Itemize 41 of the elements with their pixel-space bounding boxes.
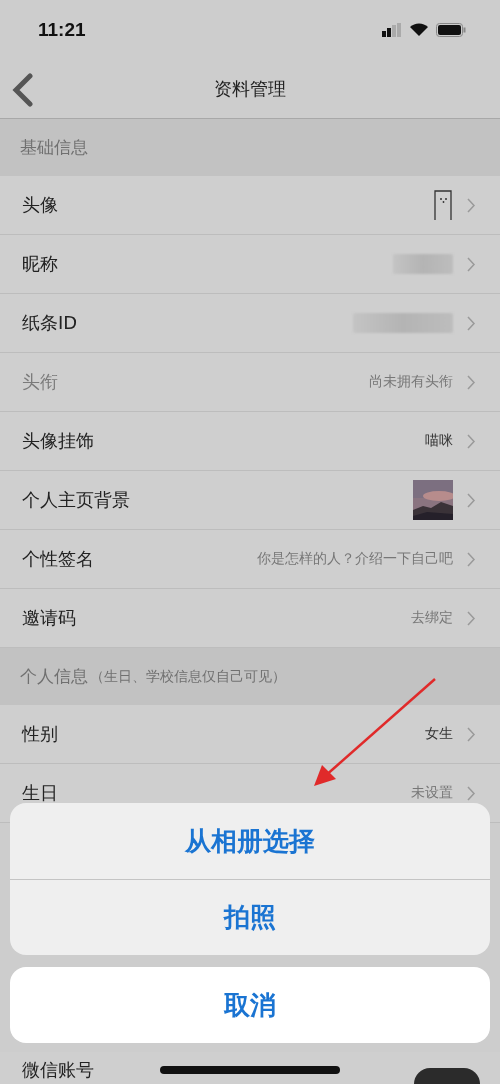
battery-icon [436, 23, 466, 37]
cancel-button[interactable]: 取消 [10, 967, 490, 1043]
row-value: 去绑定 [411, 609, 453, 627]
row-label: 头像 [22, 193, 59, 217]
status-time: 11:21 [38, 19, 86, 41]
section-title: 基础信息 [20, 136, 88, 159]
chevron-icon [467, 315, 476, 331]
page-title: 资料管理 [214, 77, 286, 101]
section-title: 个人信息 [20, 665, 88, 688]
row-label: 个人主页背景 [22, 488, 131, 512]
chevron-icon [467, 785, 476, 801]
row-value: 你是怎样的人？介绍一下自己吧 [257, 550, 453, 568]
toggle-switch[interactable] [414, 1068, 480, 1084]
avatar-icon [433, 190, 453, 220]
row-label: 生日 [22, 781, 59, 805]
chevron-icon [467, 726, 476, 742]
row-value: 未设置 [411, 784, 453, 802]
row-label: 纸条ID [22, 311, 79, 335]
row-label: 昵称 [22, 252, 59, 276]
row-label: 头像挂饰 [22, 429, 95, 453]
chevron-icon [467, 256, 476, 272]
chevron-icon [467, 433, 476, 449]
row-value: 尚未拥有头衔 [369, 373, 453, 391]
signal-icon [382, 23, 402, 37]
redacted-bar [393, 254, 453, 274]
chevron-icon [467, 610, 476, 626]
chevron-icon [467, 551, 476, 567]
back-icon[interactable] [10, 73, 34, 107]
wifi-icon [409, 23, 429, 37]
row-label: 邀请码 [22, 606, 77, 630]
row-label: 微信账号 [22, 1058, 94, 1082]
row-value: 喵咪 [425, 432, 453, 450]
row-value: 女生 [425, 725, 453, 743]
chevron-icon [467, 374, 476, 390]
section-note: （生日、学校信息仅自己可见） [90, 667, 286, 686]
chevron-icon [467, 492, 476, 508]
row-label: 性别 [22, 722, 59, 746]
chevron-icon [467, 197, 476, 213]
sheet-option[interactable]: 拍照 [10, 879, 490, 955]
row-label: 头衔 [22, 370, 59, 394]
row-label: 个性签名 [22, 547, 95, 571]
